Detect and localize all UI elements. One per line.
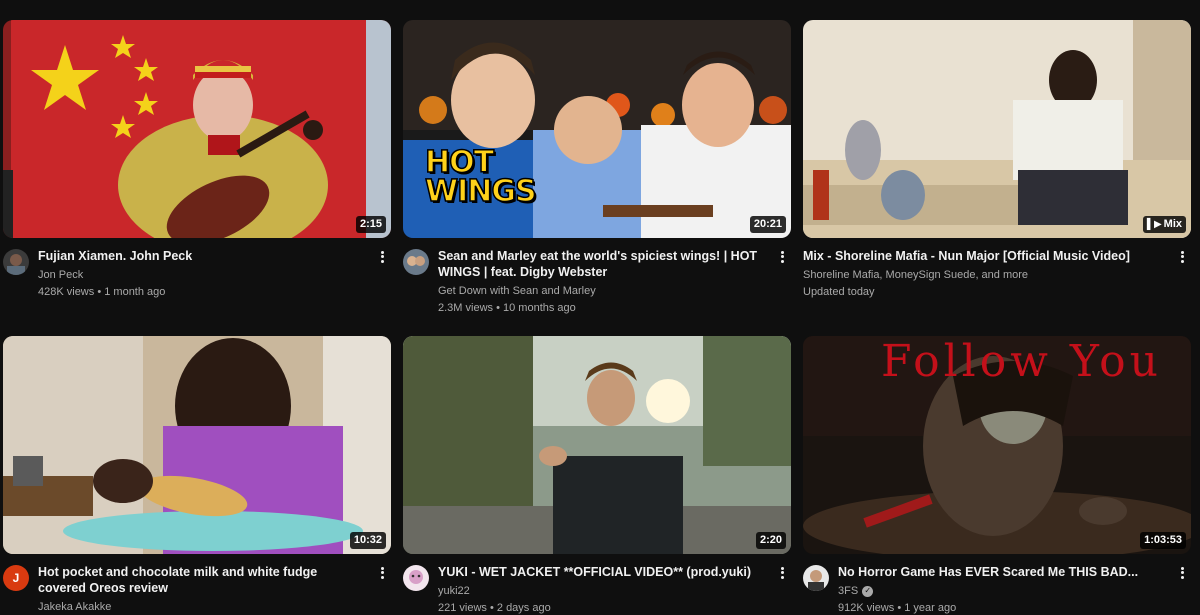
video-thumbnail[interactable]: ▌▶ Mix	[803, 20, 1191, 238]
duration-badge: 1:03:53	[1140, 532, 1186, 549]
channel-name[interactable]: yuki22	[438, 584, 470, 598]
thumbnail-image	[3, 20, 391, 238]
channel-avatar[interactable]: J	[3, 565, 29, 591]
view-count: 912K views	[838, 602, 895, 614]
video-title[interactable]: YUKI - WET JACKET **OFFICIAL VIDEO** (pr…	[438, 564, 767, 580]
video-thumbnail[interactable]: 2:15	[3, 20, 391, 238]
video-thumbnail[interactable]: 10:32	[3, 336, 391, 554]
more-actions-icon[interactable]	[375, 248, 389, 266]
update-status: Updated today	[803, 286, 875, 298]
video-thumbnail[interactable]: Follow You 1:03:53	[803, 336, 1191, 554]
channel-avatar[interactable]	[3, 249, 29, 275]
duration-badge: ▌▶ Mix	[1142, 216, 1186, 233]
more-actions-icon[interactable]	[775, 248, 789, 266]
video-card[interactable]: 2:15 Fujian Xiamen. John Peck Jon Peck 4…	[3, 20, 391, 299]
duration-badge: 10:32	[349, 532, 386, 549]
video-title[interactable]: Mix - Shoreline Mafia - Nun Major [Offic…	[803, 248, 1167, 264]
thumbnail-image	[403, 336, 791, 554]
video-card[interactable]: 2:20 YUKI - WET JACKET **OFFICIAL VIDEO*…	[403, 336, 791, 615]
upload-age: 1 month ago	[104, 286, 166, 298]
duration-badge: 2:20	[755, 532, 786, 549]
view-count: 428K views	[38, 286, 95, 298]
video-card[interactable]: Follow You 1:03:53 No Horror Game Has EV…	[803, 336, 1191, 615]
duration-badge: 20:21	[749, 216, 786, 233]
thumbnail-caption: Follow You	[881, 336, 1162, 387]
channel-name[interactable]: Get Down with Sean and Marley	[438, 284, 596, 298]
video-title[interactable]: Fujian Xiamen. John Peck	[38, 248, 367, 264]
video-thumbnail[interactable]: HOT WINGS 20:21	[403, 20, 791, 238]
channel-name[interactable]: Jon Peck	[38, 268, 83, 282]
more-actions-icon[interactable]	[375, 564, 389, 582]
thumbnail-caption: HOT WINGS	[424, 145, 537, 209]
video-title[interactable]: Hot pocket and chocolate milk and white …	[38, 564, 367, 596]
view-count: 221 views	[438, 602, 487, 614]
upload-age: 10 months ago	[503, 302, 576, 314]
channel-name[interactable]: Jakeka Akakke	[38, 600, 111, 614]
more-actions-icon[interactable]	[775, 564, 789, 582]
separator: •	[486, 602, 497, 614]
view-count: 2.3M views	[438, 302, 494, 314]
verified-badge-icon: ✓	[862, 585, 874, 597]
channel-avatar[interactable]	[403, 565, 429, 591]
video-card[interactable]: 10:32 J Hot pocket and chocolate milk an…	[3, 336, 391, 614]
channel-name[interactable]: Shoreline Mafia, MoneySign Suede, and mo…	[803, 268, 1028, 282]
upload-age: 2 days ago	[496, 602, 551, 614]
channel-avatar[interactable]	[803, 565, 829, 591]
video-card[interactable]: ▌▶ Mix Mix - Shoreline Mafia - Nun Major …	[803, 20, 1191, 299]
duration-badge: 2:15	[355, 216, 386, 233]
video-thumbnail[interactable]: 2:20	[403, 336, 791, 554]
upload-age: 1 year ago	[904, 602, 957, 614]
more-actions-icon[interactable]	[1175, 248, 1189, 266]
channel-name[interactable]: 3FS	[838, 584, 858, 598]
separator: •	[894, 602, 905, 614]
more-actions-icon[interactable]	[1175, 564, 1189, 582]
video-title[interactable]: Sean and Marley eat the world's spiciest…	[438, 248, 767, 280]
separator: •	[493, 302, 503, 314]
video-card[interactable]: HOT WINGS 20:21 Sean and Marley eat the …	[403, 20, 791, 315]
channel-avatar[interactable]	[403, 249, 429, 275]
separator: •	[94, 286, 105, 298]
thumbnail-image	[3, 336, 391, 554]
thumbnail-image	[803, 20, 1191, 238]
mix-playlist-icon: ▌▶	[1146, 219, 1162, 230]
video-title[interactable]: No Horror Game Has EVER Scared Me THIS B…	[838, 564, 1167, 580]
